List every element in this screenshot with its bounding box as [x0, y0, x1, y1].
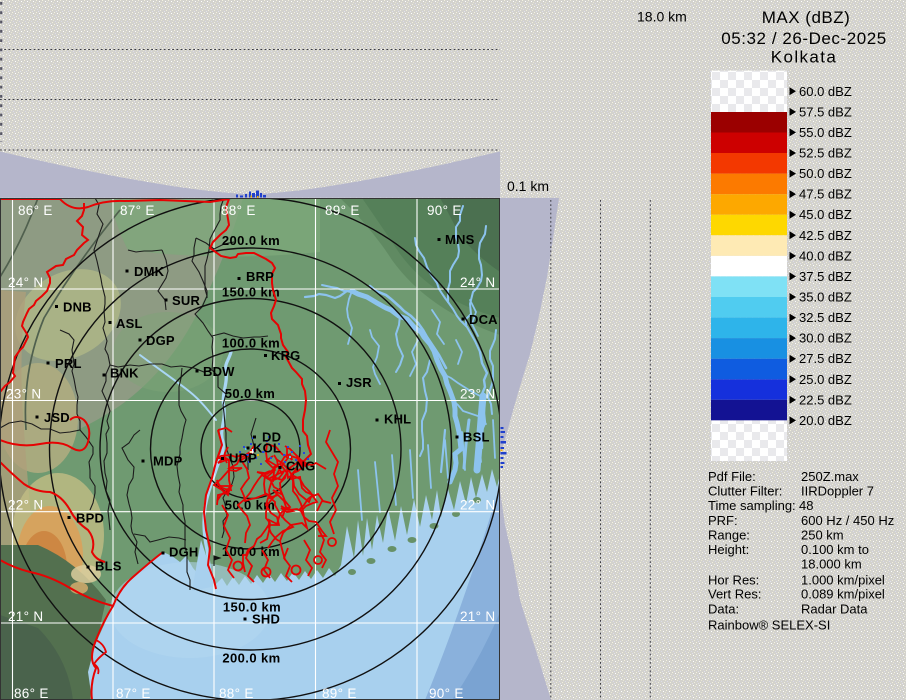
svg-text:Time sampling:: Time sampling:	[708, 498, 796, 513]
svg-text:150.0 km: 150.0 km	[222, 285, 280, 300]
svg-text:Height:: Height:	[708, 542, 749, 557]
svg-text:40.0 dBZ: 40.0 dBZ	[799, 248, 852, 263]
svg-text:SHD: SHD	[252, 612, 280, 627]
svg-text:Range:: Range:	[708, 527, 750, 542]
svg-text:23° N: 23° N	[460, 387, 495, 402]
svg-text:KOL: KOL	[253, 441, 281, 456]
svg-text:MNS: MNS	[445, 232, 475, 247]
svg-text:42.5 dBZ: 42.5 dBZ	[799, 228, 852, 243]
svg-text:22° N: 22° N	[460, 498, 495, 513]
svg-text:30.0 dBZ: 30.0 dBZ	[799, 331, 852, 346]
svg-text:86° E: 86° E	[18, 203, 53, 218]
svg-text:90° E: 90° E	[427, 203, 462, 218]
svg-text:47.5 dBZ: 47.5 dBZ	[799, 187, 852, 202]
svg-text:89° E: 89° E	[322, 686, 357, 700]
svg-text:200.0 km: 200.0 km	[222, 651, 280, 666]
svg-text:21° N: 21° N	[460, 609, 495, 624]
svg-text:18.000 km: 18.000 km	[801, 557, 862, 572]
svg-text:90° E: 90° E	[429, 686, 464, 700]
svg-text:DGH: DGH	[169, 545, 199, 560]
svg-text:55.0 dBZ: 55.0 dBZ	[799, 125, 852, 140]
svg-text:57.5 dBZ: 57.5 dBZ	[799, 104, 852, 119]
svg-text:18.0 km: 18.0 km	[637, 9, 687, 25]
svg-text:22° N: 22° N	[8, 498, 43, 513]
svg-text:BNK: BNK	[110, 366, 139, 381]
svg-text:Data:: Data:	[708, 602, 739, 617]
svg-text:1.000 km/pixel: 1.000 km/pixel	[801, 573, 885, 588]
svg-text:88° E: 88° E	[221, 203, 256, 218]
svg-text:45.0 dBZ: 45.0 dBZ	[799, 207, 852, 222]
svg-text:KRG: KRG	[271, 348, 301, 363]
svg-text:05:32 / 26-Dec-2025: 05:32 / 26-Dec-2025	[721, 29, 886, 48]
svg-text:Clutter Filter:: Clutter Filter:	[708, 484, 782, 499]
svg-text:SUR: SUR	[172, 293, 200, 308]
svg-text:27.5 dBZ: 27.5 dBZ	[799, 351, 852, 366]
svg-text:BPD: BPD	[76, 511, 104, 526]
svg-text:48: 48	[799, 498, 813, 513]
svg-text:Kolkata: Kolkata	[771, 48, 838, 67]
svg-text:MDP: MDP	[153, 454, 183, 469]
svg-text:ASL: ASL	[116, 316, 143, 331]
svg-text:JSR: JSR	[346, 375, 372, 390]
svg-text:22.5 dBZ: 22.5 dBZ	[799, 392, 852, 407]
svg-text:BRP: BRP	[246, 269, 274, 284]
svg-text:Rainbow® SELEX-SI: Rainbow® SELEX-SI	[708, 618, 830, 633]
svg-text:BSL: BSL	[463, 430, 490, 445]
svg-text:87° E: 87° E	[116, 686, 151, 700]
svg-text:Hor Res:: Hor Res:	[708, 573, 759, 588]
svg-text:DNB: DNB	[63, 300, 92, 315]
svg-text:PRF:: PRF:	[708, 513, 738, 528]
svg-text:24° N: 24° N	[460, 275, 495, 290]
svg-text:Vert Res:: Vert Res:	[708, 587, 761, 602]
svg-text:BDW: BDW	[203, 364, 235, 379]
svg-text:250 km: 250 km	[801, 527, 844, 542]
svg-text:0.089 km/pixel: 0.089 km/pixel	[801, 587, 885, 602]
svg-text:0.100 km to: 0.100 km to	[801, 542, 869, 557]
svg-text:DMK: DMK	[134, 264, 165, 279]
svg-text:25.0 dBZ: 25.0 dBZ	[799, 372, 852, 387]
svg-text:0.1 km: 0.1 km	[507, 178, 549, 194]
svg-text:DCA: DCA	[469, 312, 498, 327]
svg-text:250Z.max: 250Z.max	[801, 469, 859, 484]
svg-text:CNG: CNG	[286, 459, 316, 474]
svg-text:50.0 dBZ: 50.0 dBZ	[799, 166, 852, 181]
svg-text:24° N: 24° N	[8, 275, 43, 290]
svg-text:BLS: BLS	[95, 559, 122, 574]
svg-text:37.5 dBZ: 37.5 dBZ	[799, 269, 852, 284]
svg-text:Pdf File:: Pdf File:	[708, 469, 756, 484]
svg-text:MAX (dBZ): MAX (dBZ)	[762, 8, 851, 27]
svg-text:86° E: 86° E	[14, 686, 49, 700]
svg-text:200.0 km: 200.0 km	[222, 233, 280, 248]
svg-text:50.0 km: 50.0 km	[225, 386, 276, 401]
svg-text:UDP: UDP	[229, 451, 257, 466]
svg-text:60.0 dBZ: 60.0 dBZ	[799, 84, 852, 99]
svg-text:600 Hz / 450 Hz: 600 Hz / 450 Hz	[801, 513, 894, 528]
svg-text:87° E: 87° E	[120, 203, 155, 218]
svg-text:DGP: DGP	[146, 333, 175, 348]
svg-text:IIRDoppler 7: IIRDoppler 7	[801, 484, 874, 499]
svg-text:JSD: JSD	[44, 410, 70, 425]
svg-text:21° N: 21° N	[8, 609, 43, 624]
svg-text:Radar Data: Radar Data	[801, 602, 868, 617]
svg-text:32.5 dBZ: 32.5 dBZ	[799, 310, 852, 325]
svg-text:KHL: KHL	[384, 412, 411, 427]
svg-text:88° E: 88° E	[219, 686, 254, 700]
svg-text:89° E: 89° E	[325, 203, 360, 218]
svg-text:20.0 dBZ: 20.0 dBZ	[799, 413, 852, 428]
svg-text:23° N: 23° N	[6, 387, 41, 402]
svg-text:52.5 dBZ: 52.5 dBZ	[799, 146, 852, 161]
svg-text:PRL: PRL	[55, 356, 82, 371]
svg-text:35.0 dBZ: 35.0 dBZ	[799, 290, 852, 305]
